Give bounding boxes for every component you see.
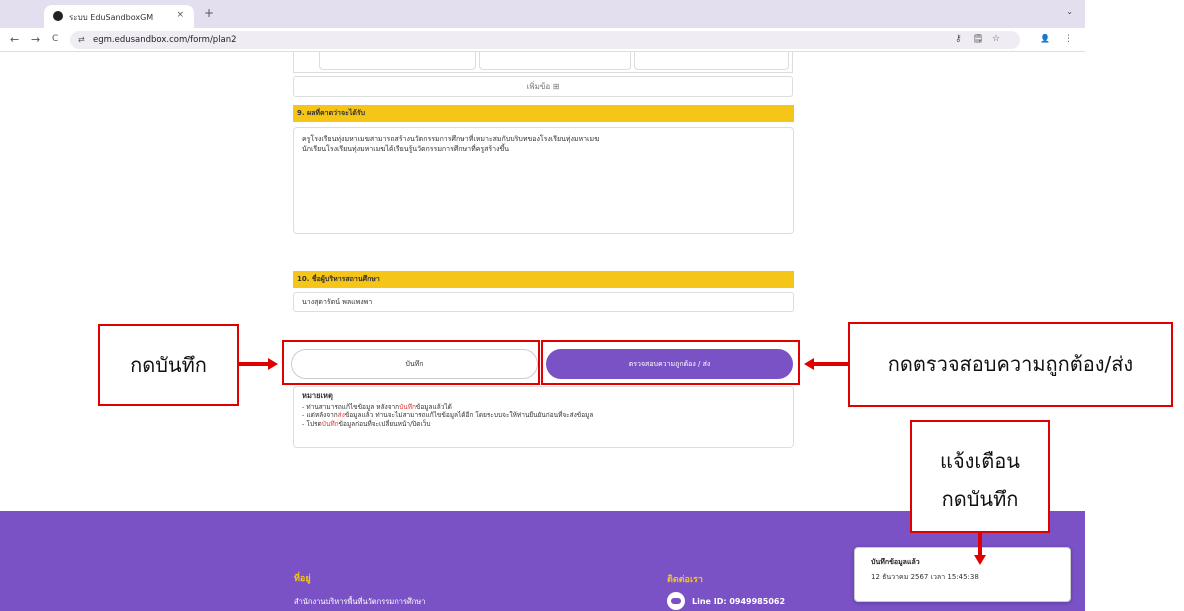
site-favicon-icon: [53, 11, 63, 21]
remarks-title: หมายเหตุ: [302, 391, 333, 400]
save-callout-arrowhead: [268, 358, 278, 370]
remark-line: - ท่านสามารถแก้ไขข้อมูล หลังจากบันทึกข้อ…: [302, 402, 452, 411]
tab-search-icon[interactable]: ⌄: [1066, 7, 1073, 16]
new-tab-icon[interactable]: +: [204, 6, 214, 20]
tab-bar: ระบบ EduSandboxGM × + ⌄: [0, 0, 1085, 28]
toast-callout-box: แจ้งเตือน กดบันทึก: [910, 420, 1050, 533]
table-inputs-row: [293, 52, 793, 73]
remark-line: - โปรดบันทึกข้อมูลก่อนที่จะเปลี่ยนหน้า/ป…: [302, 419, 431, 428]
table-cell-input[interactable]: [319, 52, 476, 70]
toast-callout-line-1: แจ้งเตือน: [940, 449, 1020, 473]
director-name-field[interactable]: นางสุดารัตน์ พลแพงพา: [293, 292, 794, 312]
textarea-line: นักเรียนโรงเรียนทุ่งมหาเมฆได้เรียนรู้นวั…: [302, 145, 510, 153]
save-toast-notification: บันทึกข้อมูลแล้ว 12 ธันวาคม 2567 เวลา 15…: [854, 547, 1071, 602]
toast-callout-arrow-line: [978, 533, 982, 556]
remark-line: - แต่หลังจากส่งข้อมูลแล้ว ท่านจะไม่สามาร…: [302, 411, 594, 419]
table-cell-input[interactable]: [479, 52, 631, 70]
profile-icon[interactable]: 👤: [1040, 34, 1050, 43]
add-row-button[interactable]: เพิ่มข้อ ⊞: [293, 76, 793, 97]
submit-callout-arrow-line: [813, 362, 848, 366]
screenshot: ระบบ EduSandboxGM × + ⌄ ← → C ⇄ egm.edus…: [0, 0, 1184, 611]
save-callout-arrow-line: [239, 362, 269, 366]
address-bar: ← → C ⇄ egm.edusandbox.com/form/plan2 ⚷ …: [0, 28, 1085, 52]
toast-callout-line-2: กดบันทึก: [941, 487, 1019, 511]
toast-timestamp: 12 ธันวาคม 2567 เวลา 15:45:38: [871, 573, 979, 581]
save-callout-box: กดบันทึก: [98, 324, 239, 406]
toast-title: บันทึกข้อมูลแล้ว: [871, 558, 920, 566]
table-cell-input[interactable]: [634, 52, 789, 70]
submit-callout-box: กดตรวจสอบความถูกต้อง/ส่ง: [848, 322, 1173, 407]
site-info-icon[interactable]: ⇄: [78, 35, 85, 44]
reload-icon[interactable]: C: [52, 34, 58, 44]
contact-heading: ติดต่อเรา: [667, 575, 703, 585]
url-input[interactable]: ⇄ egm.edusandbox.com/form/plan2: [70, 31, 1020, 49]
line-id-link[interactable]: Line ID: 0949985062: [692, 597, 785, 606]
browser-tab[interactable]: ระบบ EduSandboxGM ×: [44, 5, 194, 28]
address-heading: ที่อยู่: [294, 574, 311, 584]
submit-highlight-outline: [541, 340, 800, 385]
section-9-heading: 9. ผลที่คาดว่าจะได้รับ: [293, 105, 794, 122]
line-chat-icon: [667, 592, 685, 610]
address-text: สำนักงานบริหารพื้นที่นวัตกรรมการศึกษา: [294, 597, 426, 606]
tab-title: ระบบ EduSandboxGM: [69, 13, 154, 22]
remarks-box: หมายเหตุ - ท่านสามารถแก้ไขข้อมูล หลังจาก…: [293, 386, 794, 448]
translate-icon[interactable]: 🗒: [973, 34, 983, 43]
back-icon[interactable]: ←: [10, 33, 19, 46]
close-tab-icon[interactable]: ×: [176, 10, 184, 20]
url-text: egm.edusandbox.com/form/plan2: [93, 35, 237, 45]
save-highlight-outline: [282, 340, 540, 385]
toast-callout-arrowhead: [974, 555, 986, 565]
expected-results-textarea[interactable]: ครูโรงเรียนทุ่งมหาเมฆสามารถสร้างนวัตกรรม…: [293, 127, 794, 234]
forward-icon[interactable]: →: [31, 33, 40, 46]
password-key-icon[interactable]: ⚷: [955, 34, 962, 44]
textarea-line: ครูโรงเรียนทุ่งมหาเมฆสามารถสร้างนวัตกรรม…: [302, 135, 600, 143]
section-10-heading: 10. ชื่อผู้บริหารสถานศึกษา: [293, 271, 794, 288]
browser-menu-icon[interactable]: ⋮: [1064, 34, 1073, 44]
bookmark-star-icon[interactable]: ☆: [992, 34, 1000, 44]
